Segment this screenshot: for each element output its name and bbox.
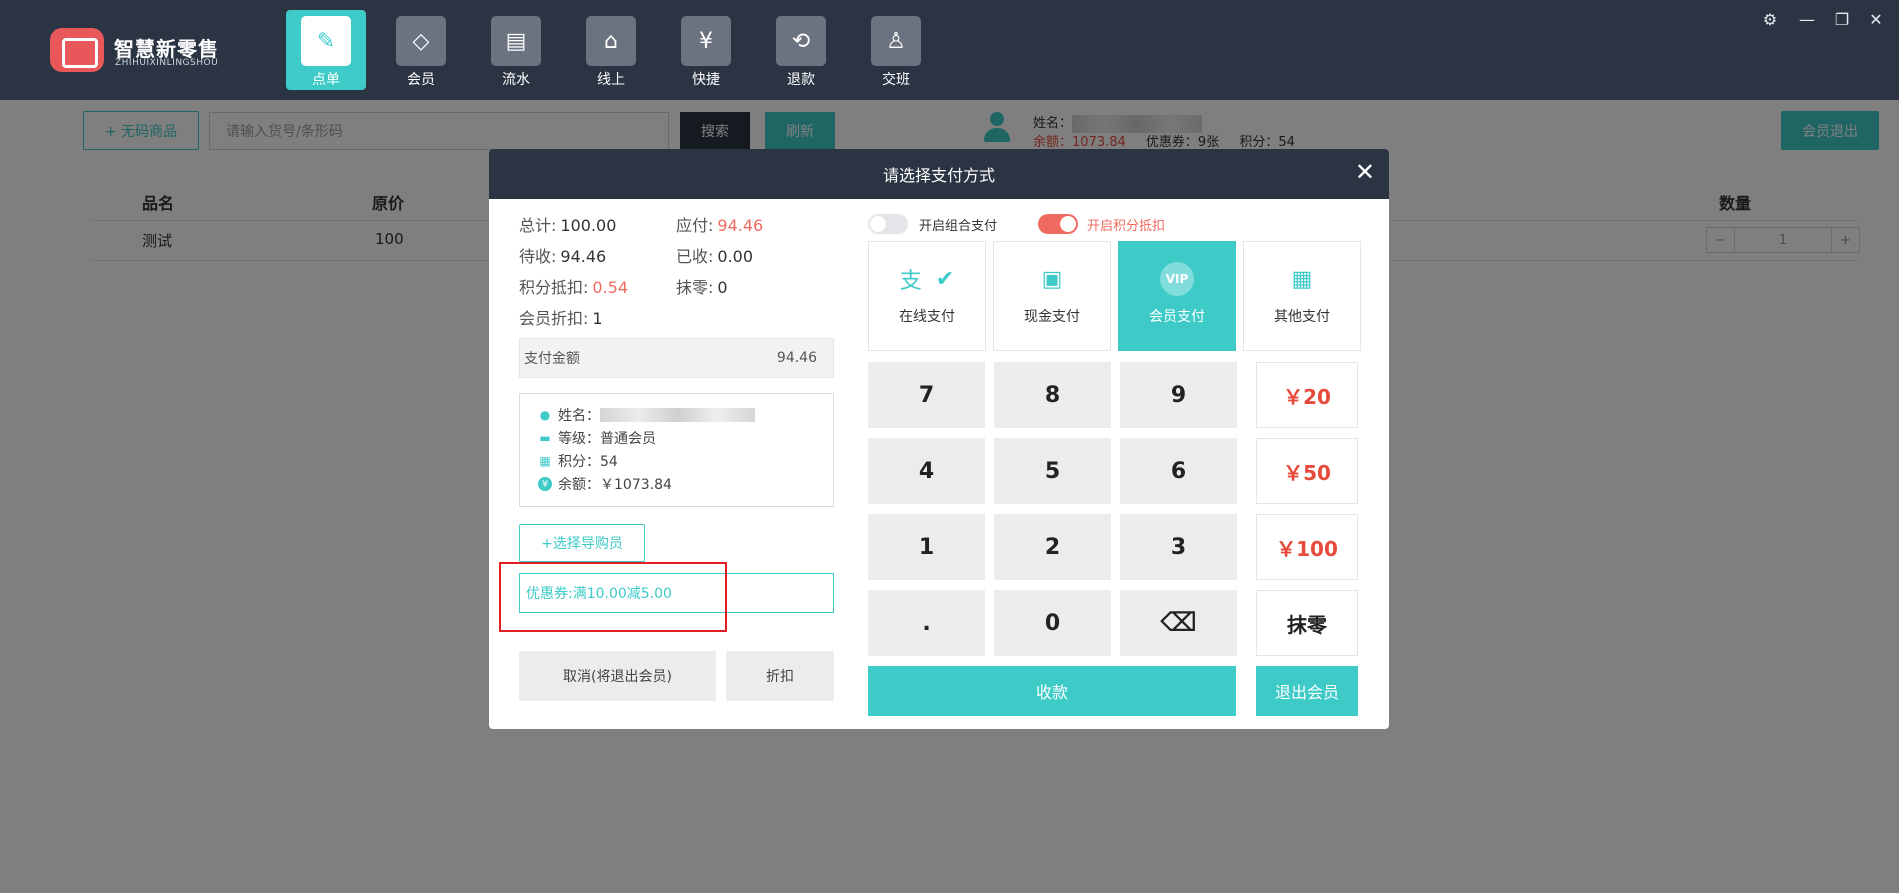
key-3[interactable]: 3 <box>1120 514 1237 580</box>
summary-rounding: 抹零: 0 <box>676 278 728 297</box>
quick-amount-20[interactable]: ￥20 <box>1256 362 1358 428</box>
nav-item-handover[interactable]: ♙ 交班 <box>856 10 936 90</box>
member-info-name: ● 姓名： <box>538 405 755 425</box>
key-dot[interactable]: . <box>868 590 985 656</box>
nav-label: 会员 <box>407 72 435 88</box>
summary-payable: 应付: 94.46 <box>676 216 764 235</box>
refund-icon: ⟲ <box>776 16 826 66</box>
member-info-card: ● 姓名： ▬ 等级：普通会员 ▦ 积分：54 ¥ 余额：￥1073.84 <box>519 393 834 507</box>
nav-item-flow[interactable]: ▤ 流水 <box>476 10 556 90</box>
nav-item-refund[interactable]: ⟲ 退款 <box>761 10 841 90</box>
nav-label: 线上 <box>597 72 625 88</box>
key-5[interactable]: 5 <box>994 438 1111 504</box>
key-9[interactable]: 9 <box>1120 362 1237 428</box>
quick-amount-50[interactable]: ￥50 <box>1256 438 1358 504</box>
nav-label: 退款 <box>787 72 815 88</box>
receipt-icon: ▤ <box>491 16 541 66</box>
pencil-icon: ✎ <box>301 16 351 66</box>
close-window-icon[interactable]: ✕ <box>1866 10 1886 29</box>
wallet-icon: ▣ <box>1041 266 1063 292</box>
nav-label: 流水 <box>502 72 530 88</box>
nav-label: 交班 <box>882 72 910 88</box>
key-0[interactable]: 0 <box>994 590 1111 656</box>
payment-modal: 请选择支付方式 ✕ 总计: 100.00 应付: 94.46 待收: 94.46 已收… <box>489 149 1389 729</box>
user-icon: ● <box>539 408 551 422</box>
key-1[interactable]: 1 <box>868 514 985 580</box>
grid-icon: ▦ <box>1291 266 1313 292</box>
nav-item-online[interactable]: ⌂ 线上 <box>571 10 651 90</box>
yuan-icon: ¥ <box>538 477 552 491</box>
backspace-icon[interactable]: ⌫ <box>1120 590 1237 656</box>
card-icon: ▬ <box>539 431 551 445</box>
member-info-balance: ¥ 余额：￥1073.84 <box>538 474 672 494</box>
diamond-icon: ◇ <box>396 16 446 66</box>
pay-type-member[interactable]: VIP 会员支付 <box>1118 241 1236 351</box>
exit-member-button[interactable]: 退出会员 <box>1256 666 1358 716</box>
settings-icon[interactable]: ⚙ <box>1760 10 1780 29</box>
close-icon[interactable]: ✕ <box>1355 160 1375 184</box>
nav-label: 点单 <box>312 72 340 88</box>
member-name-redacted <box>600 408 755 422</box>
nav-item-order[interactable]: ✎ 点单 <box>286 10 366 90</box>
points-deduction-label: 开启积分抵扣 <box>1087 219 1166 234</box>
quick-amount-100[interactable]: ￥100 <box>1256 514 1358 580</box>
key-6[interactable]: 6 <box>1120 438 1237 504</box>
points-deduction-toggle[interactable] <box>1038 214 1078 234</box>
modal-title: 请选择支付方式 <box>882 166 995 185</box>
nav-label: 快捷 <box>692 72 720 88</box>
nav-item-member[interactable]: ◇ 会员 <box>381 10 461 90</box>
combined-pay-toggle[interactable] <box>868 214 908 234</box>
alipay-icon: 支 <box>899 269 922 294</box>
key-7[interactable]: 7 <box>868 362 985 428</box>
wechat-pay-icon: ✔ <box>935 266 955 292</box>
vip-icon: VIP <box>1160 262 1194 296</box>
select-shopping-guide-button[interactable]: +选择导购员 <box>519 524 645 562</box>
pay-type-online[interactable]: 支 ✔ 在线支付 <box>868 241 986 351</box>
pay-amount-label: 支付金额 <box>524 351 580 367</box>
top-bar: 智慧新零售 ZHIHUIXINLINGSHOU ✎ 点单 ◇ 会员 ▤ 流水 ⌂… <box>0 0 1899 100</box>
pay-amount-value: 94.46 <box>776 350 817 366</box>
brand-logo-icon <box>50 28 104 72</box>
collect-payment-button[interactable]: 收款 <box>868 666 1236 716</box>
nav-item-quick[interactable]: ¥ 快捷 <box>666 10 746 90</box>
summary-received: 已收: 0.00 <box>676 247 754 266</box>
quick-pay-icon: ¥ <box>681 16 731 66</box>
minimize-icon[interactable]: — <box>1797 10 1817 29</box>
coins-icon: ▦ <box>539 454 551 468</box>
summary-points-deduction: 积分抵扣: 0.54 <box>519 278 629 297</box>
discount-button[interactable]: 折扣 <box>726 651 834 701</box>
combined-pay-label: 开启组合支付 <box>919 219 998 234</box>
round-off-button[interactable]: 抹零 <box>1256 590 1358 656</box>
summary-pending: 待收: 94.46 <box>519 247 607 266</box>
key-4[interactable]: 4 <box>868 438 985 504</box>
pay-type-other[interactable]: ▦ 其他支付 <box>1243 241 1361 351</box>
pay-amount-box: 支付金额 94.46 <box>519 338 834 378</box>
summary-member-discount: 会员折扣: 1 <box>519 309 603 328</box>
restore-icon[interactable]: ❐ <box>1832 10 1852 29</box>
highlight-box <box>499 562 727 632</box>
cancel-button[interactable]: 取消(将退出会员) <box>519 651 716 701</box>
member-info-points: ▦ 积分：54 <box>539 454 618 470</box>
key-8[interactable]: 8 <box>994 362 1111 428</box>
handover-icon: ♙ <box>871 16 921 66</box>
pay-type-cash[interactable]: ▣ 现金支付 <box>993 241 1111 351</box>
summary-total: 总计: 100.00 <box>519 216 617 235</box>
brand-name-en: ZHIHUIXINLINGSHOU <box>115 58 219 68</box>
modal-header: 请选择支付方式 ✕ <box>489 149 1389 199</box>
key-2[interactable]: 2 <box>994 514 1111 580</box>
member-info-level: ▬ 等级：普通会员 <box>539 431 656 447</box>
store-icon: ⌂ <box>586 16 636 66</box>
